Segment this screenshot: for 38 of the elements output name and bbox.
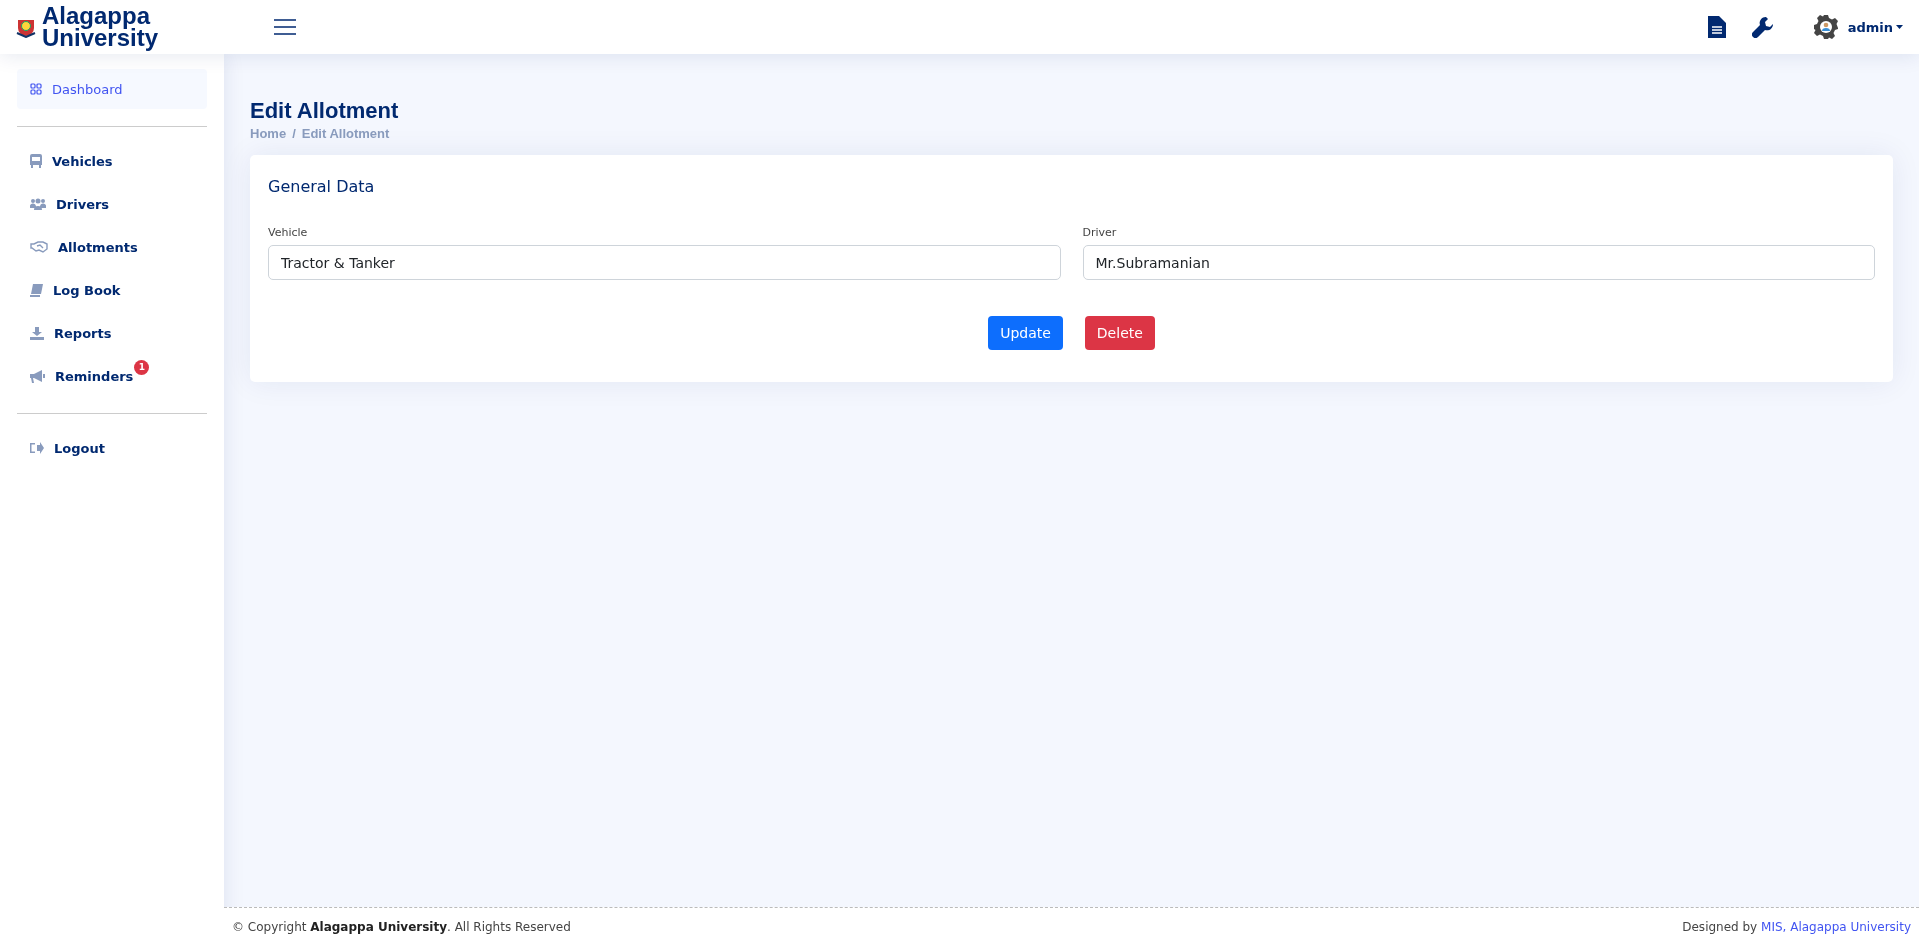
text-field[interactable]: Tractor & Tanker — [268, 245, 1061, 280]
update-button[interactable]: Update — [988, 316, 1063, 350]
users-icon — [30, 198, 46, 210]
nav-item[interactable]: Vehicles — [17, 141, 207, 181]
user-menu[interactable]: admin — [1847, 19, 1903, 35]
text-field[interactable]: Mr.Subramanian — [1082, 245, 1875, 280]
document-icon[interactable] — [1707, 16, 1726, 38]
designer-link[interactable]: MIS, Alagappa University — [1761, 919, 1911, 934]
gear-icon[interactable] — [1813, 15, 1838, 39]
credit-text: Designed by MIS, Alagappa University — [1682, 919, 1911, 934]
nav-item[interactable]: Reports — [17, 313, 207, 353]
delete-button[interactable]: Delete — [1084, 316, 1155, 350]
copyright-text: © Copyright Alagappa University. All Rights Reserved — [232, 919, 571, 934]
nav-item[interactable]: Drivers — [17, 184, 207, 224]
book-icon — [30, 283, 43, 297]
bus-icon — [30, 154, 42, 168]
breadcrumb-separator: / — [292, 126, 296, 141]
handshake-icon — [30, 241, 48, 253]
logout-icon — [30, 442, 44, 454]
nav-item[interactable]: Reminders 1 — [17, 356, 207, 396]
logo-text: Alagappa — [42, 5, 151, 27]
field-label: Vehicle — [268, 226, 309, 239]
page-title: Edit Allotment — [250, 98, 400, 124]
nav-item[interactable]: Logout — [17, 428, 207, 468]
nav-item[interactable]: Log Book — [17, 270, 207, 310]
logo-text: University — [42, 27, 159, 49]
breadcrumb-item: Edit Allotment — [301, 126, 390, 141]
notification-badge: 1 — [134, 359, 150, 375]
nav-item[interactable]: Dashboard — [17, 69, 207, 109]
megaphone-icon — [30, 369, 45, 383]
download-icon — [30, 326, 44, 340]
caret-icon — [1896, 25, 1903, 29]
field-label: Driver — [1082, 226, 1118, 239]
grid-icon — [30, 83, 42, 95]
card-title: General Data — [268, 177, 375, 196]
nav-item[interactable]: Allotments — [17, 227, 207, 267]
menu-icon[interactable] — [274, 19, 296, 35]
wrench-icon[interactable] — [1751, 16, 1774, 38]
